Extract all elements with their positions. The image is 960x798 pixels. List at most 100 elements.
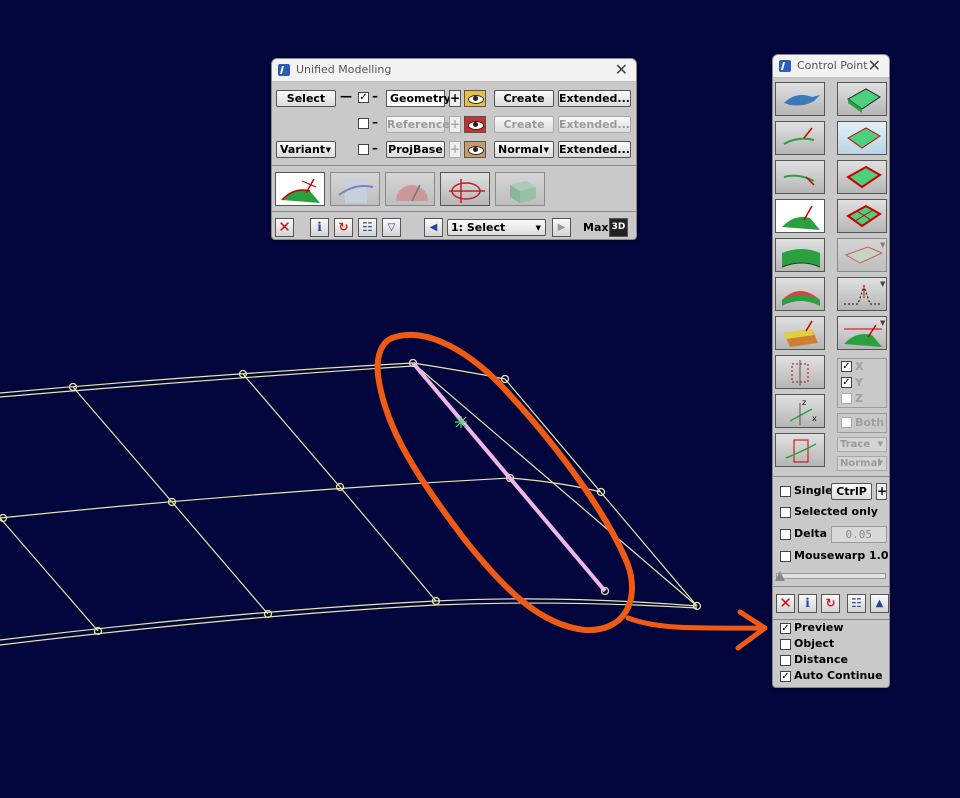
info-icon[interactable]: i xyxy=(310,218,329,237)
ctrlp-button[interactable]: CtrlP xyxy=(831,483,872,500)
surface-normal-tool-icon[interactable]: ▼ xyxy=(837,316,887,350)
eye-icon[interactable] xyxy=(464,141,486,158)
view-3d-button[interactable]: 3D xyxy=(609,218,628,237)
close-icon[interactable]: ✕ xyxy=(868,56,881,75)
app-logo-icon xyxy=(278,64,290,76)
mousewarp-label: Mousewarp xyxy=(794,549,866,562)
cancel-icon[interactable]: ✕ xyxy=(275,218,294,237)
control-point-markers[interactable] xyxy=(0,358,702,636)
both-label: Both xyxy=(855,416,885,429)
select-button[interactable]: Select xyxy=(276,90,336,107)
control-point-titlebar[interactable]: Control Point ✕ xyxy=(773,55,889,78)
blue-patch-tool-icon[interactable] xyxy=(837,121,887,155)
normal-dropdown[interactable]: Normal xyxy=(837,456,887,471)
surface-point-tool-icon[interactable] xyxy=(775,199,825,233)
box-tool-icon[interactable] xyxy=(495,172,545,206)
step-dropdown[interactable]: 1: Select xyxy=(447,219,546,236)
geometry-field[interactable]: Geometry xyxy=(386,90,451,107)
reset-icon[interactable]: ↻ xyxy=(334,218,353,237)
normal-dropdown[interactable]: Normal xyxy=(494,141,554,158)
pivot-marker xyxy=(455,416,467,428)
layers-icon[interactable]: ☷ xyxy=(847,594,866,613)
previous-step-icon[interactable]: ◀ xyxy=(424,218,443,237)
z-axis-checkbox[interactable] xyxy=(841,393,852,404)
distance-checkbox[interactable] xyxy=(780,655,791,666)
step-label: 1: Select xyxy=(451,221,506,234)
eye-icon[interactable] xyxy=(464,90,486,107)
reference-plus-button[interactable]: + xyxy=(449,116,461,133)
auto-continue-checkbox[interactable]: ✓ xyxy=(780,671,791,682)
red-patch-tool-icon[interactable] xyxy=(837,160,887,194)
surface-red-tool-icon[interactable] xyxy=(775,277,825,311)
reference-checkbox[interactable] xyxy=(358,118,369,129)
single-label: Single xyxy=(794,484,833,497)
axis-tool-icon[interactable]: xz xyxy=(775,394,825,428)
selected-only-checkbox[interactable] xyxy=(780,507,791,518)
peak-tool-icon[interactable]: ▼ xyxy=(837,277,887,311)
svg-text:z: z xyxy=(802,398,806,407)
projbase-button[interactable]: ProjBase xyxy=(386,141,445,158)
curve-move-tool-icon[interactable] xyxy=(775,121,825,155)
delta-checkbox[interactable] xyxy=(780,529,791,540)
close-icon[interactable]: ✕ xyxy=(615,60,628,79)
reset-icon[interactable]: ↻ xyxy=(821,594,840,613)
preview-label: Preview xyxy=(794,621,844,634)
x-axis-label: X xyxy=(855,360,864,373)
surface-gradient-tool-icon[interactable] xyxy=(775,316,825,350)
curve-drag-tool-icon[interactable] xyxy=(775,160,825,194)
trace-dropdown[interactable]: Trace xyxy=(837,437,887,452)
projbase-checkbox[interactable] xyxy=(358,144,369,155)
red-grid-patch-tool-icon[interactable] xyxy=(837,199,887,233)
extended-button-disabled[interactable]: Extended... xyxy=(558,116,631,133)
mousewarp-slider-track[interactable] xyxy=(776,573,886,579)
gauge-tool-icon[interactable] xyxy=(385,172,435,206)
info-icon[interactable]: i xyxy=(798,594,817,613)
divider xyxy=(773,619,889,620)
create-button[interactable]: Create xyxy=(494,90,554,107)
extended-button[interactable]: Extended... xyxy=(558,90,631,107)
extended-button[interactable]: Extended... xyxy=(558,141,631,158)
curve-tool-icon[interactable] xyxy=(330,172,380,206)
create-button-disabled[interactable]: Create xyxy=(494,116,554,133)
surface-select-tool-icon[interactable] xyxy=(275,172,325,206)
reference-field[interactable]: Reference xyxy=(386,116,450,133)
ctrlp-plus-button[interactable]: + xyxy=(876,483,887,500)
projbase-plus-button[interactable]: + xyxy=(449,141,461,158)
dolphin-tool-icon[interactable] xyxy=(775,82,825,116)
layers-icon[interactable]: ☷ xyxy=(358,218,377,237)
unified-modelling-titlebar[interactable]: Unified Modelling ✕ xyxy=(272,59,636,82)
delta-input[interactable]: 0.05 xyxy=(831,526,887,543)
mousewarp-slider-thumb[interactable] xyxy=(775,571,785,581)
vector-field-tool-icon[interactable] xyxy=(440,172,490,206)
next-step-icon[interactable]: ▶ xyxy=(552,218,571,237)
box-select-tool-icon[interactable] xyxy=(775,355,825,389)
y-axis-checkbox[interactable]: ✓ xyxy=(841,377,852,388)
eye-icon[interactable] xyxy=(464,116,486,133)
auto-continue-label: Auto Continue xyxy=(794,669,883,682)
mousewarp-value: 1.0 xyxy=(869,549,889,562)
mesh-edge-bottom xyxy=(0,598,698,641)
y-axis-label: Y xyxy=(855,376,863,389)
delta-label: Delta xyxy=(794,527,828,540)
both-checkbox[interactable] xyxy=(841,417,852,428)
expand-down-icon[interactable]: ▽ xyxy=(382,218,401,237)
divider xyxy=(272,165,636,166)
mousewarp-checkbox[interactable] xyxy=(780,551,791,562)
preview-checkbox[interactable]: ✓ xyxy=(780,623,791,634)
line-dash: – xyxy=(372,89,378,103)
line-dash: — xyxy=(340,89,352,103)
patch-menu-tool-icon[interactable]: ▼ xyxy=(837,238,887,272)
surface-bend-tool-icon[interactable] xyxy=(775,238,825,272)
object-checkbox[interactable] xyxy=(780,639,791,650)
variant-dropdown[interactable]: Variant xyxy=(276,141,336,158)
x-axis-checkbox[interactable]: ✓ xyxy=(841,361,852,372)
geometry-checkbox[interactable]: ✓ xyxy=(358,92,369,103)
cancel-icon[interactable]: ✕ xyxy=(776,594,795,613)
selected-only-label: Selected only xyxy=(794,505,878,518)
geometry-plus-button[interactable]: + xyxy=(449,90,461,107)
mesh-edge-middle xyxy=(0,477,602,519)
green-patch-tool-icon[interactable] xyxy=(837,82,887,116)
collapse-up-icon[interactable]: ▲ xyxy=(870,594,889,613)
single-checkbox[interactable] xyxy=(780,486,791,497)
transform-tool-icon[interactable] xyxy=(775,433,825,467)
